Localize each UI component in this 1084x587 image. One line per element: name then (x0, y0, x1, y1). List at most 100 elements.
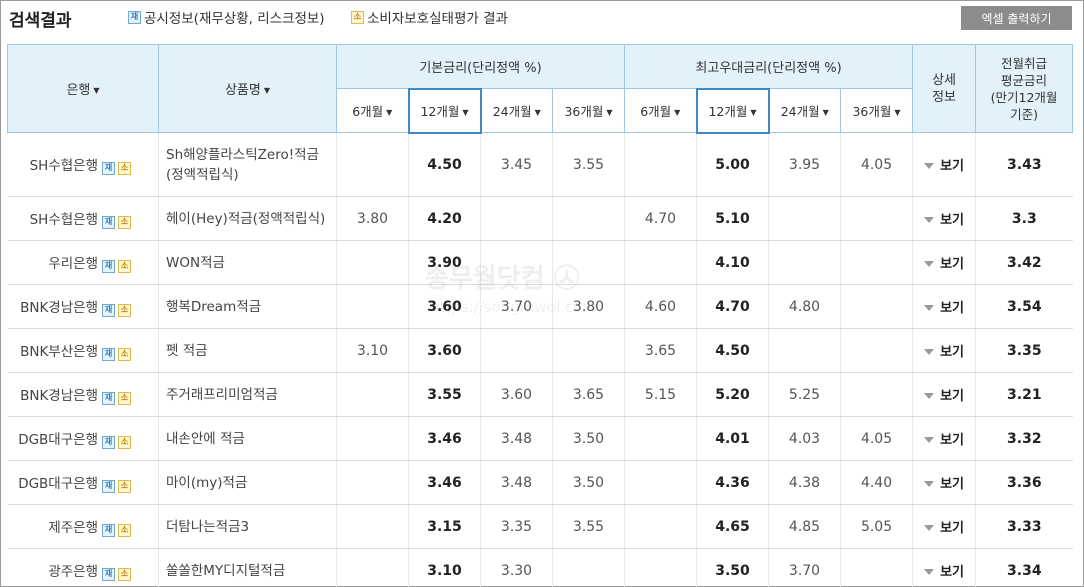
disclosure-badge-icon[interactable]: 재 (102, 435, 115, 449)
base-rate-cell: 3.50 (552, 460, 625, 505)
max-rate-cell: 4.05 (839, 132, 913, 197)
detail-view-button[interactable]: 보기 (912, 132, 976, 197)
base-term-header-2[interactable]: 24개월 ▼ (480, 88, 553, 133)
max-term-header-2[interactable]: 24개월 ▼ (768, 88, 841, 133)
consumer-badge-icon[interactable]: 소 (118, 161, 131, 175)
max-rate-cell: 3.50 (696, 548, 769, 587)
base-rate-cell: 3.55 (552, 132, 625, 197)
product-name[interactable]: Sh해양플라스틱Zero!적금 (정액적립식) (158, 132, 337, 197)
detail-view-button[interactable]: 보기 (912, 548, 976, 587)
max-term-header-1[interactable]: 12개월 ▼ (695, 87, 770, 134)
disclosure-badge-icon[interactable]: 재 (102, 259, 115, 273)
max-rate-cell (768, 328, 841, 373)
expand-triangle-icon (924, 163, 935, 169)
detail-view-button[interactable]: 보기 (912, 240, 976, 285)
table-row: 광주은행 재 소 쏠쏠한MY디지털적금 3.10 3.30 3.50 3.70 보기 3.34 (7, 548, 1073, 587)
bank-cell: SH수협은행 재 소 (7, 196, 159, 241)
avg-rate-column-header: 전월취급 평균금리 (만기12개월 기준) (975, 44, 1074, 133)
base-rate-cell (336, 460, 409, 505)
product-name[interactable]: 내손안에 적금 (158, 416, 337, 461)
disclosure-badge-icon[interactable]: 재 (102, 479, 115, 493)
term-label: 12개월 (708, 104, 748, 119)
disclosure-badge-icon[interactable]: 재 (102, 567, 115, 581)
disclosure-badge-icon[interactable]: 재 (102, 523, 115, 537)
max-rate-cell: 4.05 (839, 416, 913, 461)
avg-rate-cell: 3.35 (975, 328, 1073, 373)
max-rate-cell (624, 548, 697, 587)
product-name[interactable]: 헤이(Hey)적금(정액적립식) (158, 196, 337, 241)
base-rate-cell: 3.90 (408, 240, 481, 285)
max-rate-cell (839, 328, 913, 373)
base-term-header-0[interactable]: 6개월 ▼ (336, 88, 409, 133)
product-name[interactable]: 더탐나는적금3 (158, 504, 337, 549)
excel-export-button[interactable]: 엑셀 출력하기 (961, 6, 1072, 30)
consumer-badge-icon[interactable]: 소 (118, 435, 131, 449)
sort-caret-icon: ▼ (263, 86, 271, 95)
product-name[interactable]: 마이(my)적금 (158, 460, 337, 505)
detail-view-button[interactable]: 보기 (912, 504, 976, 549)
detail-label: 보기 (940, 521, 964, 536)
disclosure-badge-icon[interactable]: 재 (102, 391, 115, 405)
product-name[interactable]: 쏠쏠한MY디지털적금 (158, 548, 337, 587)
detail-view-button[interactable]: 보기 (912, 372, 976, 417)
detail-view-button[interactable]: 보기 (912, 460, 976, 505)
consumer-badge-icon[interactable]: 소 (118, 479, 131, 493)
base-term-header-1[interactable]: 12개월 ▼ (407, 87, 482, 134)
bank-name: BNK경남은행 (20, 388, 98, 405)
table-row: DGB대구은행 재 소 마이(my)적금 3.46 3.48 3.50 4.36 4.38 4.4… (7, 460, 1073, 505)
table-row: SH수협은행 재 소 헤이(Hey)적금(정액적립식) 3.80 4.20 4.70 5.10… (7, 196, 1073, 241)
sort-caret-icon: ▼ (462, 108, 469, 117)
max-rate-cell: 4.85 (768, 504, 841, 549)
disclosure-badge-icon[interactable]: 재 (102, 347, 115, 361)
base-rate-cell (336, 548, 409, 587)
bank-name: SH수협은행 (29, 158, 98, 175)
base-rate-cell: 3.65 (552, 372, 625, 417)
max-rate-cell: 4.36 (696, 460, 769, 505)
table-row: BNK경남은행 재 소 행복Dream적금 3.60 3.70 3.80 4.60 4.70 4.… (7, 284, 1073, 329)
term-label: 36개월 (852, 104, 892, 119)
consumer-badge-icon[interactable]: 소 (118, 259, 131, 273)
detail-view-button[interactable]: 보기 (912, 328, 976, 373)
base-rate-cell (336, 504, 409, 549)
base-rate-cell: 3.45 (480, 132, 553, 197)
bank-cell: BNK경남은행 재 소 (7, 372, 159, 417)
bank-name: BNK부산은행 (20, 344, 98, 361)
base-rate-cell (480, 328, 553, 373)
consumer-badge-icon[interactable]: 소 (118, 215, 131, 229)
disclosure-badge-icon[interactable]: 재 (102, 215, 115, 229)
expand-triangle-icon (924, 525, 935, 531)
product-name[interactable]: WON적금 (158, 240, 337, 285)
consumer-badge-icon[interactable]: 소 (118, 391, 131, 405)
detail-view-button[interactable]: 보기 (912, 416, 976, 461)
detail-view-button[interactable]: 보기 (912, 284, 976, 329)
avg-rate-cell: 3.43 (975, 132, 1073, 197)
expand-triangle-icon (924, 217, 935, 223)
consumer-badge-icon[interactable]: 소 (118, 347, 131, 361)
product-name[interactable]: 행복Dream적금 (158, 284, 337, 329)
max-rate-cell (624, 240, 697, 285)
disclosure-badge-icon[interactable]: 재 (102, 161, 115, 175)
base-rate-cell (480, 240, 553, 285)
consumer-badge-icon[interactable]: 소 (118, 523, 131, 537)
max-term-header-3[interactable]: 36개월 ▼ (839, 88, 914, 133)
bank-column-header[interactable]: 은행 ▼ (7, 44, 159, 133)
max-term-header-0[interactable]: 6개월 ▼ (624, 88, 697, 133)
base-rate-cell: 4.50 (408, 132, 481, 197)
consumer-badge-icon[interactable]: 소 (118, 303, 131, 317)
max-rate-cell: 4.40 (839, 460, 913, 505)
product-name[interactable]: 펫 적금 (158, 328, 337, 373)
base-rate-cell (552, 328, 625, 373)
disclosure-badge-icon[interactable]: 재 (102, 303, 115, 317)
consumer-badge-icon[interactable]: 소 (118, 567, 131, 581)
base-term-header-3[interactable]: 36개월 ▼ (552, 88, 625, 133)
bank-name: BNK경남은행 (20, 300, 98, 317)
detail-view-button[interactable]: 보기 (912, 196, 976, 241)
avg-rate-cell: 3.34 (975, 548, 1073, 587)
table-row: BNK부산은행 재 소 펫 적금 3.10 3.60 3.65 4.50 보기 3.35 (7, 328, 1073, 373)
max-rate-cell: 3.70 (768, 548, 841, 587)
max-rate-cell (839, 548, 913, 587)
product-name[interactable]: 주거래프리미엄적금 (158, 372, 337, 417)
base-rate-cell: 3.50 (552, 416, 625, 461)
detail-column-header: 상세 정보 (912, 44, 977, 133)
product-column-header[interactable]: 상품명 ▼ (158, 44, 337, 133)
